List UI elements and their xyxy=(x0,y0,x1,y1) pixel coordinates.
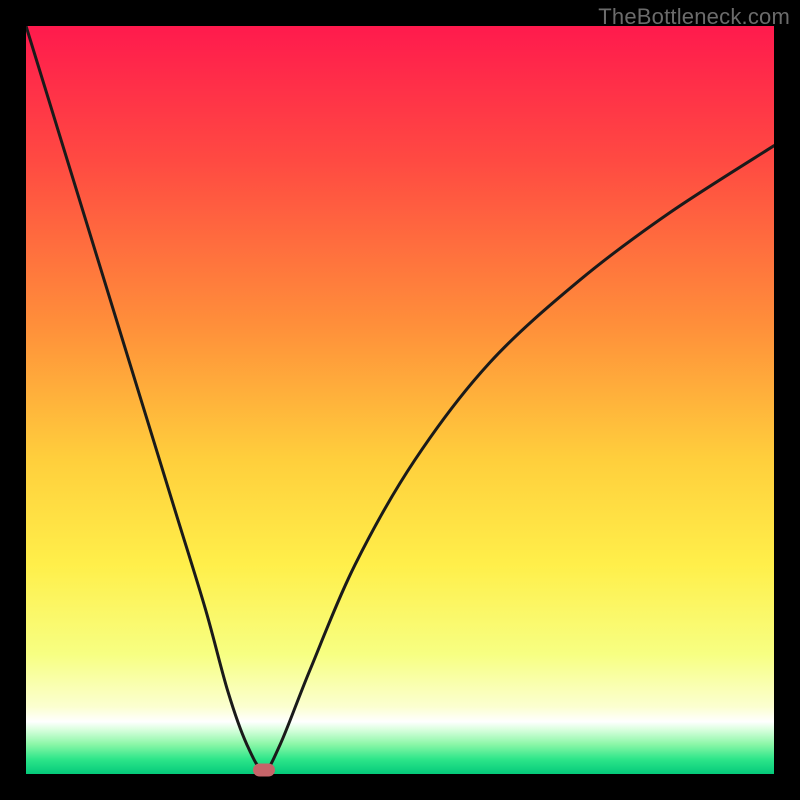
bottleneck-curve xyxy=(26,26,774,774)
chart-frame xyxy=(26,26,774,774)
bottleneck-marker xyxy=(253,764,275,777)
watermark-text: TheBottleneck.com xyxy=(598,4,790,30)
